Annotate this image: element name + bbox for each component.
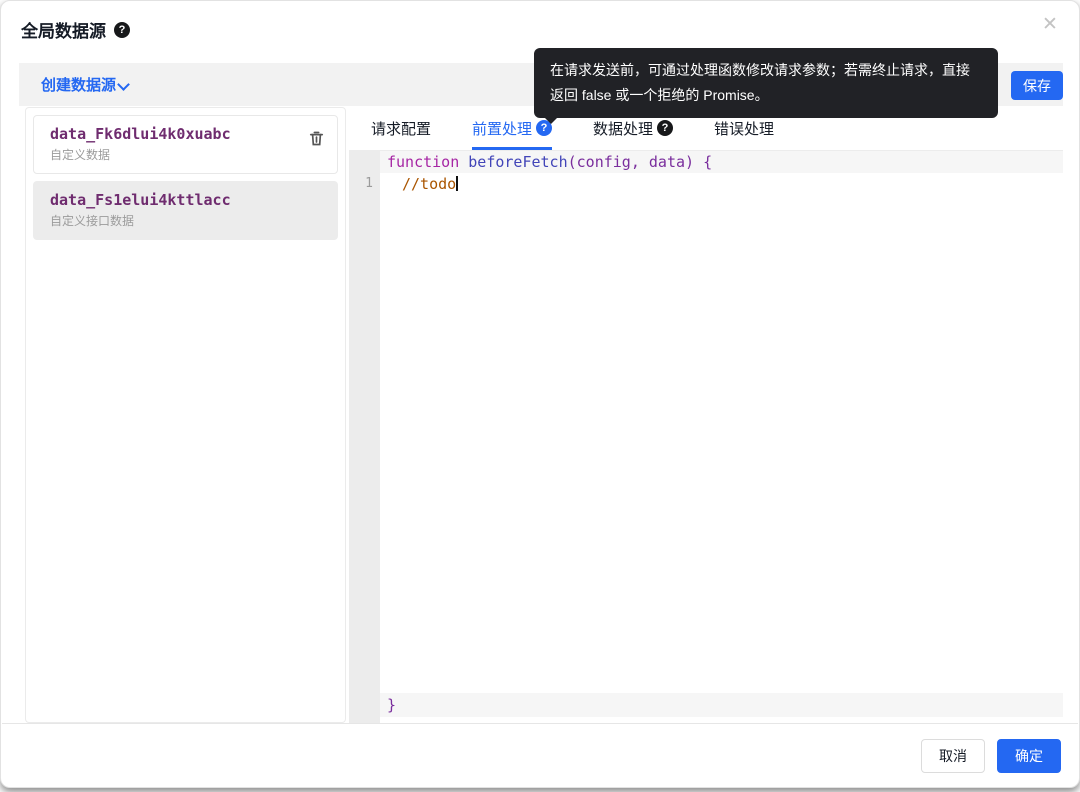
list-item-datasource-2[interactable]: data_Fs1elui4kttlacc 自定义接口数据 (33, 181, 338, 240)
line-number: 1 (365, 176, 373, 191)
code-token: (config, data) { (568, 153, 713, 171)
confirm-button[interactable]: 确定 (997, 739, 1061, 773)
page-title: 全局数据源 (21, 17, 106, 42)
tab-label: 请求配置 (371, 118, 431, 139)
create-datasource-button[interactable]: 创建数据源 (41, 63, 129, 106)
tab-label: 错误处理 (714, 118, 774, 139)
code-editor[interactable]: 1 function beforeFetch(config, data) { /… (349, 151, 1063, 723)
tab-label: 数据处理 (593, 118, 653, 139)
save-button[interactable]: 保存 (1011, 71, 1063, 100)
help-icon[interactable]: ? (657, 120, 673, 136)
cancel-button[interactable]: 取消 (921, 739, 985, 773)
datasource-name: data_Fk6dlui4k0xuabc (50, 125, 321, 143)
prefetch-help-tooltip: 在请求发送前，可通过处理函数修改请求参数；若需终止请求，直接返回 false 或… (534, 48, 998, 118)
chevron-down-icon (119, 78, 129, 88)
tab-label: 前置处理 (472, 118, 532, 139)
code-readonly-header: function beforeFetch(config, data) { (380, 151, 1063, 173)
global-datasource-dialog: 全局数据源 ? ✕ 创建数据源 保存 在请求发送前，可通过处理函数修改请求参数；… (0, 0, 1080, 788)
datasource-list: data_Fk6dlui4k0xuabc 自定义数据 data_Fs1elui4… (25, 107, 346, 723)
code-line-1[interactable]: //todo (380, 173, 1063, 195)
line-number-gutter: 1 (349, 151, 380, 723)
content-divider (2, 723, 1078, 724)
tab-request-config[interactable]: 请求配置 (371, 107, 431, 150)
datasource-type: 自定义数据 (50, 146, 321, 163)
code-token: beforeFetch (468, 153, 567, 171)
code-readonly-footer: } (380, 693, 1063, 717)
title-help-icon[interactable]: ? (114, 22, 130, 38)
trash-icon[interactable] (308, 130, 325, 147)
datasource-type: 自定义接口数据 (50, 212, 321, 229)
code-token: } (387, 696, 396, 714)
dialog-footer: 取消 确定 (1, 739, 1061, 773)
text-cursor (456, 176, 458, 191)
datasource-editor-panel: 请求配置 前置处理 ? 数据处理 ? 错误处理 1 function befor… (349, 107, 1063, 723)
code-token: function (387, 153, 468, 171)
create-datasource-label: 创建数据源 (41, 74, 116, 95)
datasource-name: data_Fs1elui4kttlacc (50, 191, 321, 209)
close-icon[interactable]: ✕ (1042, 15, 1058, 34)
code-token: //todo (402, 175, 456, 193)
list-item-datasource-1[interactable]: data_Fk6dlui4k0xuabc 自定义数据 (33, 115, 338, 174)
